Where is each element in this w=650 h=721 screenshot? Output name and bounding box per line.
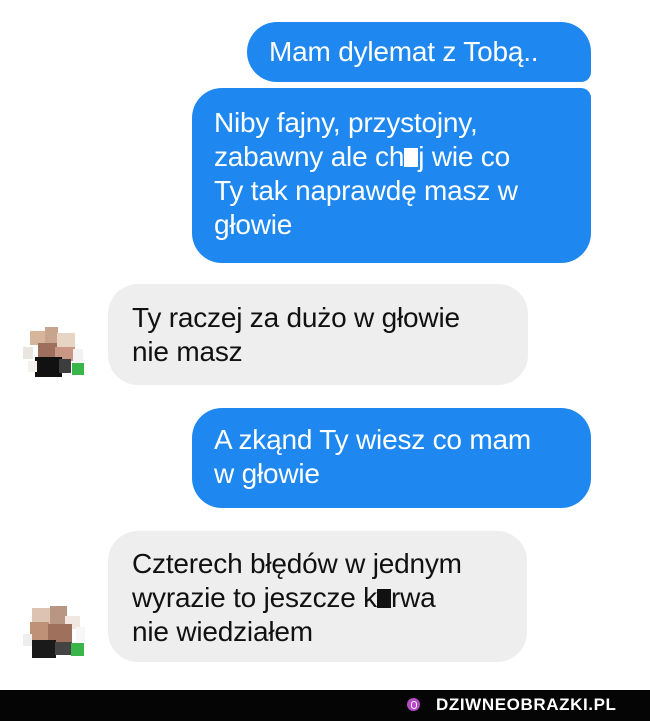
incoming-message-bubble[interactable]: Czterech błędów w jednym wyrazie to jesz… (108, 531, 527, 662)
brand-logo-icon (407, 698, 420, 711)
redaction-mark (376, 589, 391, 608)
contact-avatar[interactable] (23, 604, 87, 662)
redaction-mark (404, 148, 419, 167)
watermark-footer: DZIWNEOBRAZKI.PL (0, 690, 650, 721)
outgoing-message-bubble[interactable]: Niby fajny, przystojny, zabawny ale ch j … (192, 88, 591, 263)
outgoing-message-bubble[interactable]: A zkąnd Ty wiesz co mam w głowie (192, 408, 591, 508)
contact-avatar[interactable] (23, 323, 87, 381)
brand-watermark-text: DZIWNEOBRAZKI.PL (436, 695, 617, 714)
incoming-message-bubble[interactable]: Ty raczej za dużo w głowie nie masz (108, 284, 528, 385)
outgoing-message-bubble[interactable]: Mam dylemat z Tobą.. (247, 22, 591, 82)
message-thread: Mam dylemat z Tobą.. Niby fajny, przysto… (0, 0, 650, 690)
